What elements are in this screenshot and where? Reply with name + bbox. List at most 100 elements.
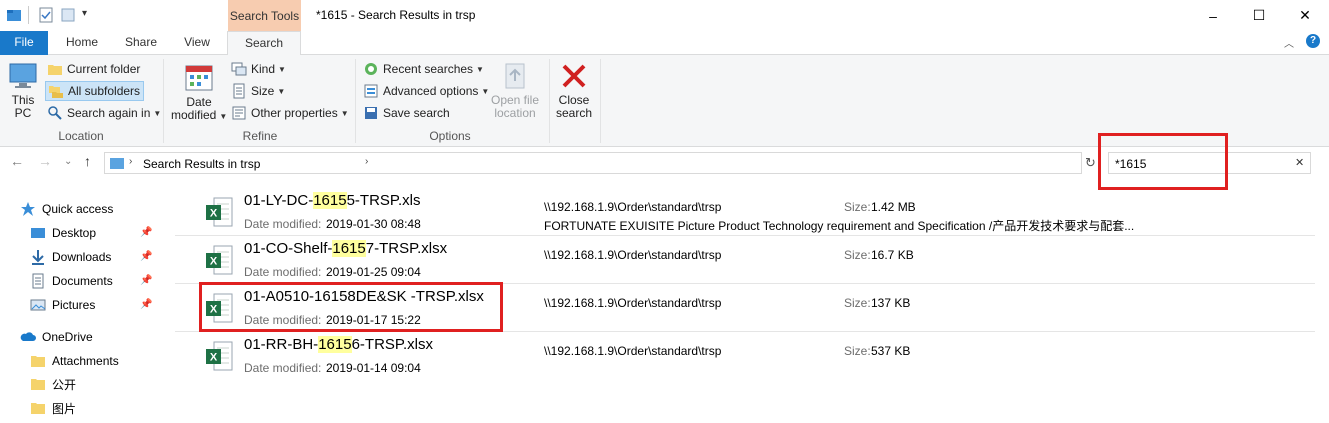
- nav-desktop[interactable]: Desktop: [30, 222, 96, 244]
- location-group-label: Location: [58, 129, 104, 143]
- maximize-button[interactable]: ☐: [1236, 0, 1282, 31]
- open-file-location-line2: location: [494, 106, 536, 120]
- properties-icon[interactable]: [38, 7, 54, 23]
- date-modified-button[interactable]: Date modified ▼: [171, 63, 227, 123]
- close-button[interactable]: ✕: [1282, 0, 1328, 31]
- nav-attachments[interactable]: Attachments: [30, 350, 119, 372]
- refresh-icon[interactable]: ↻: [1085, 155, 1096, 171]
- nav-pictures[interactable]: Pictures: [30, 294, 95, 316]
- other-properties-label: Other properties: [251, 106, 338, 120]
- subfolders-icon: [49, 86, 63, 98]
- nav-onedrive[interactable]: OneDrive: [20, 326, 93, 348]
- kind-button[interactable]: Kind ▼: [231, 59, 286, 79]
- file-name-part: 6-TRSP.xlsx: [351, 336, 433, 353]
- close-search-icon: [562, 64, 586, 88]
- nav-documents[interactable]: Documents: [30, 270, 113, 292]
- save-search-button[interactable]: Save search: [363, 103, 450, 123]
- kind-label: Kind: [251, 62, 276, 76]
- chevron-down-icon: ▼: [277, 86, 286, 96]
- nav-label: Quick access: [42, 202, 114, 216]
- pin-icon[interactable]: 📌: [140, 299, 152, 310]
- svg-text:X: X: [210, 208, 218, 220]
- date-modified-label: Date modified:: [244, 217, 322, 231]
- search-match-highlight: 1615: [318, 336, 352, 353]
- size-label: Size:: [844, 248, 871, 262]
- nav-label: Attachments: [52, 354, 119, 368]
- result-row[interactable]: X 01-CO-Shelf-16157-TRSP.xlsx Date modif…: [175, 236, 1315, 284]
- close-search-button[interactable]: Close search: [553, 61, 595, 120]
- up-arrow-icon[interactable]: ↑: [84, 153, 91, 169]
- excel-file-icon: X: [206, 341, 233, 371]
- tab-share[interactable]: Share: [116, 31, 166, 55]
- nav-downloads[interactable]: Downloads: [30, 246, 111, 268]
- file-path: \\192.168.1.9\Order\standard\trsp: [544, 200, 722, 214]
- file-name[interactable]: 01-CO-Shelf-16157-TRSP.xlsx: [244, 240, 447, 257]
- date-modified-value: 2019-01-25 09:04: [326, 265, 421, 279]
- desktop-icon: [31, 228, 45, 238]
- date-modified-value: 2019-01-14 09:04: [326, 361, 421, 375]
- size-value: 137 KB: [871, 296, 911, 310]
- tab-view[interactable]: View: [174, 31, 220, 55]
- file-name-part: 5-TRSP.xls: [346, 192, 421, 209]
- pin-icon[interactable]: 📌: [140, 251, 152, 262]
- forward-arrow-icon[interactable]: →: [38, 153, 52, 169]
- search-icon: [48, 106, 62, 120]
- nav-gongkai[interactable]: 公开: [30, 373, 76, 395]
- chevron-down-icon: ▼: [476, 64, 484, 74]
- date-modified-line2: modified: [171, 108, 217, 122]
- this-pc-line2: PC: [14, 106, 32, 120]
- all-subfolders-button[interactable]: All subfolders: [45, 81, 145, 101]
- size-button[interactable]: Size ▼: [231, 81, 285, 101]
- tab-file[interactable]: File: [0, 31, 48, 55]
- open-file-location-button[interactable]: Open file location: [488, 61, 542, 120]
- result-row[interactable]: X 01-RR-BH-16156-TRSP.xlsx Date modified…: [175, 332, 1315, 380]
- recent-searches-button[interactable]: Recent searches ▼: [363, 59, 484, 79]
- collapse-ribbon-icon[interactable]: ︿: [1284, 35, 1294, 50]
- new-folder-icon[interactable]: [60, 7, 76, 23]
- advanced-options-button[interactable]: Advanced options ▼: [363, 81, 489, 101]
- nav-label: 公开: [52, 377, 77, 392]
- chevron-down-icon: ▼: [278, 64, 286, 74]
- address-path[interactable]: Search Results in trsp: [143, 157, 260, 171]
- folder-icon: [48, 65, 62, 75]
- file-path: \\192.168.1.9\Order\standard\trsp: [544, 344, 722, 358]
- kind-icon: [231, 62, 247, 76]
- nav-label: Desktop: [52, 226, 97, 240]
- help-icon[interactable]: ?: [1306, 34, 1320, 48]
- cloud-icon: [20, 332, 36, 341]
- minimize-button[interactable]: –: [1190, 0, 1236, 31]
- back-arrow-icon[interactable]: ←: [10, 153, 24, 169]
- nav-quick-access[interactable]: Quick access: [20, 198, 113, 220]
- chevron-down-icon: ▼: [153, 108, 162, 118]
- other-properties-button[interactable]: Other properties ▼: [231, 103, 349, 123]
- save-icon: [365, 107, 377, 119]
- star-icon: [21, 202, 35, 216]
- calendar-icon: [185, 65, 213, 91]
- nav-label: 图片: [52, 401, 77, 416]
- pin-icon[interactable]: 📌: [140, 227, 152, 238]
- refine-group-label: Refine: [242, 129, 278, 143]
- file-name[interactable]: 01-RR-BH-16156-TRSP.xlsx: [244, 336, 433, 353]
- date-modified-label: Date modified:: [244, 361, 322, 375]
- search-again-in-button[interactable]: Search again in ▼: [47, 103, 161, 123]
- pin-icon[interactable]: 📌: [140, 275, 152, 286]
- breadcrumb-separator-icon: ›: [365, 156, 369, 167]
- size-label: Size: [251, 84, 275, 98]
- clear-search-icon[interactable]: ✕: [1295, 156, 1304, 169]
- customize-qat-icon[interactable]: ▾: [82, 8, 87, 19]
- recent-locations-icon[interactable]: ⌄: [64, 156, 72, 167]
- current-folder-button[interactable]: Current folder: [47, 59, 140, 79]
- chevron-down-icon: ▼: [340, 108, 349, 118]
- result-row[interactable]: X 01-LY-DC-16155-TRSP.xls Date modified:…: [175, 188, 1315, 236]
- group-divider: [163, 59, 164, 143]
- nav-tupian[interactable]: 图片: [30, 397, 76, 419]
- nav-label: Documents: [52, 274, 113, 288]
- tab-home[interactable]: Home: [58, 31, 106, 55]
- qat-divider: [28, 6, 29, 24]
- tab-search[interactable]: Search: [227, 31, 301, 56]
- search-match-highlight: 1615: [332, 240, 366, 257]
- address-bar[interactable]: › Search Results in trsp ›: [104, 152, 1082, 174]
- size-value: 1.42 MB: [871, 200, 916, 214]
- this-pc-button[interactable]: This PC: [6, 61, 40, 120]
- file-name[interactable]: 01-LY-DC-16155-TRSP.xls: [244, 192, 421, 209]
